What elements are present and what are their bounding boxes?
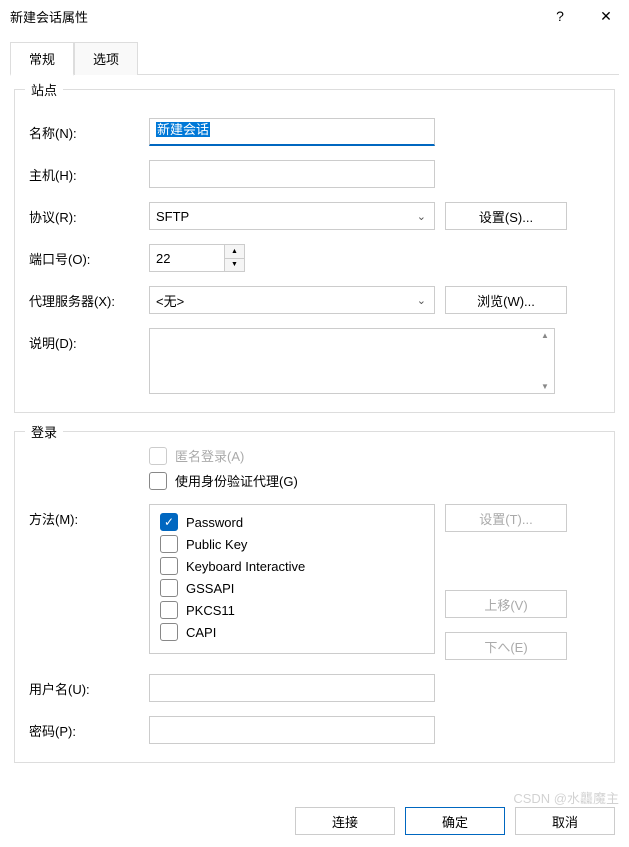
pass-label: 密码(P): <box>29 716 149 740</box>
method-gssapi-checkbox[interactable] <box>160 579 178 597</box>
login-fieldset: 登录 匿名登录(A) 使用身份验证代理(G) 方法(M): ✓ Password <box>14 431 615 763</box>
anon-checkbox <box>149 447 167 465</box>
desc-textarea[interactable]: ▲ ▼ <box>149 328 555 394</box>
methods-listbox[interactable]: ✓ Password Public Key Keyboard Interacti… <box>149 504 435 654</box>
spinner-down-icon[interactable]: ▼ <box>225 259 244 272</box>
move-down-button: 下へ(E) <box>445 632 567 660</box>
method-keyboard-checkbox[interactable] <box>160 557 178 575</box>
method-capi-label: CAPI <box>186 625 216 640</box>
port-spinner[interactable]: ▲ ▼ <box>149 244 245 272</box>
protocol-label: 协议(R): <box>29 202 149 226</box>
login-legend: 登录 <box>25 422 63 441</box>
tab-general[interactable]: 常规 <box>10 42 74 76</box>
host-input[interactable] <box>149 160 435 188</box>
close-button[interactable]: ✕ <box>583 0 629 32</box>
chevron-down-icon: ⌄ <box>417 210 426 223</box>
scrollbar[interactable]: ▲ ▼ <box>536 329 554 393</box>
method-password-checkbox[interactable]: ✓ <box>160 513 178 531</box>
agent-label: 使用身份验证代理(G) <box>175 471 298 490</box>
name-label: 名称(N): <box>29 118 149 142</box>
port-input[interactable] <box>150 245 224 271</box>
tab-bar: 常规 选项 <box>10 42 619 75</box>
method-capi-checkbox[interactable] <box>160 623 178 641</box>
port-label: 端口号(O): <box>29 244 149 268</box>
user-label: 用户名(U): <box>29 674 149 698</box>
connect-button[interactable]: 连接 <box>295 807 395 835</box>
dialog-footer: 连接 确定 取消 <box>0 795 629 847</box>
pass-input[interactable] <box>149 716 435 744</box>
cancel-button[interactable]: 取消 <box>515 807 615 835</box>
protocol-select[interactable]: SFTP ⌄ <box>149 202 435 230</box>
method-label: 方法(M): <box>29 504 149 528</box>
protocol-value: SFTP <box>156 209 189 224</box>
method-password-label: Password <box>186 515 243 530</box>
site-fieldset: 站点 名称(N): 新建会话 主机(H): 协议(R): SFTP ⌄ 设置(S… <box>14 89 615 413</box>
desc-label: 说明(D): <box>29 328 149 352</box>
ok-button[interactable]: 确定 <box>405 807 505 835</box>
name-input[interactable]: 新建会话 <box>149 118 435 146</box>
proxy-label: 代理服务器(X): <box>29 286 149 310</box>
method-publickey-label: Public Key <box>186 537 247 552</box>
site-legend: 站点 <box>25 80 63 99</box>
proxy-value: <无> <box>156 291 184 310</box>
proxy-browse-button[interactable]: 浏览(W)... <box>445 286 567 314</box>
method-publickey-checkbox[interactable] <box>160 535 178 553</box>
chevron-down-icon: ⌄ <box>417 294 426 307</box>
agent-checkbox[interactable] <box>149 472 167 490</box>
spinner-up-icon[interactable]: ▲ <box>225 245 244 259</box>
protocol-settings-button[interactable]: 设置(S)... <box>445 202 567 230</box>
method-pkcs11-label: PKCS11 <box>186 603 235 618</box>
proxy-select[interactable]: <无> ⌄ <box>149 286 435 314</box>
method-keyboard-label: Keyboard Interactive <box>186 559 305 574</box>
method-gssapi-label: GSSAPI <box>186 581 234 596</box>
anon-label: 匿名登录(A) <box>175 446 244 465</box>
window-title: 新建会话属性 <box>10 7 537 26</box>
method-pkcs11-checkbox[interactable] <box>160 601 178 619</box>
scroll-up-icon[interactable]: ▲ <box>541 331 549 340</box>
help-button[interactable]: ? <box>537 0 583 32</box>
user-input[interactable] <box>149 674 435 702</box>
host-label: 主机(H): <box>29 160 149 184</box>
move-up-button: 上移(V) <box>445 590 567 618</box>
method-settings-button: 设置(T)... <box>445 504 567 532</box>
scroll-down-icon[interactable]: ▼ <box>541 382 549 391</box>
tab-options[interactable]: 选项 <box>74 42 138 75</box>
titlebar: 新建会话属性 ? ✕ <box>0 0 629 32</box>
